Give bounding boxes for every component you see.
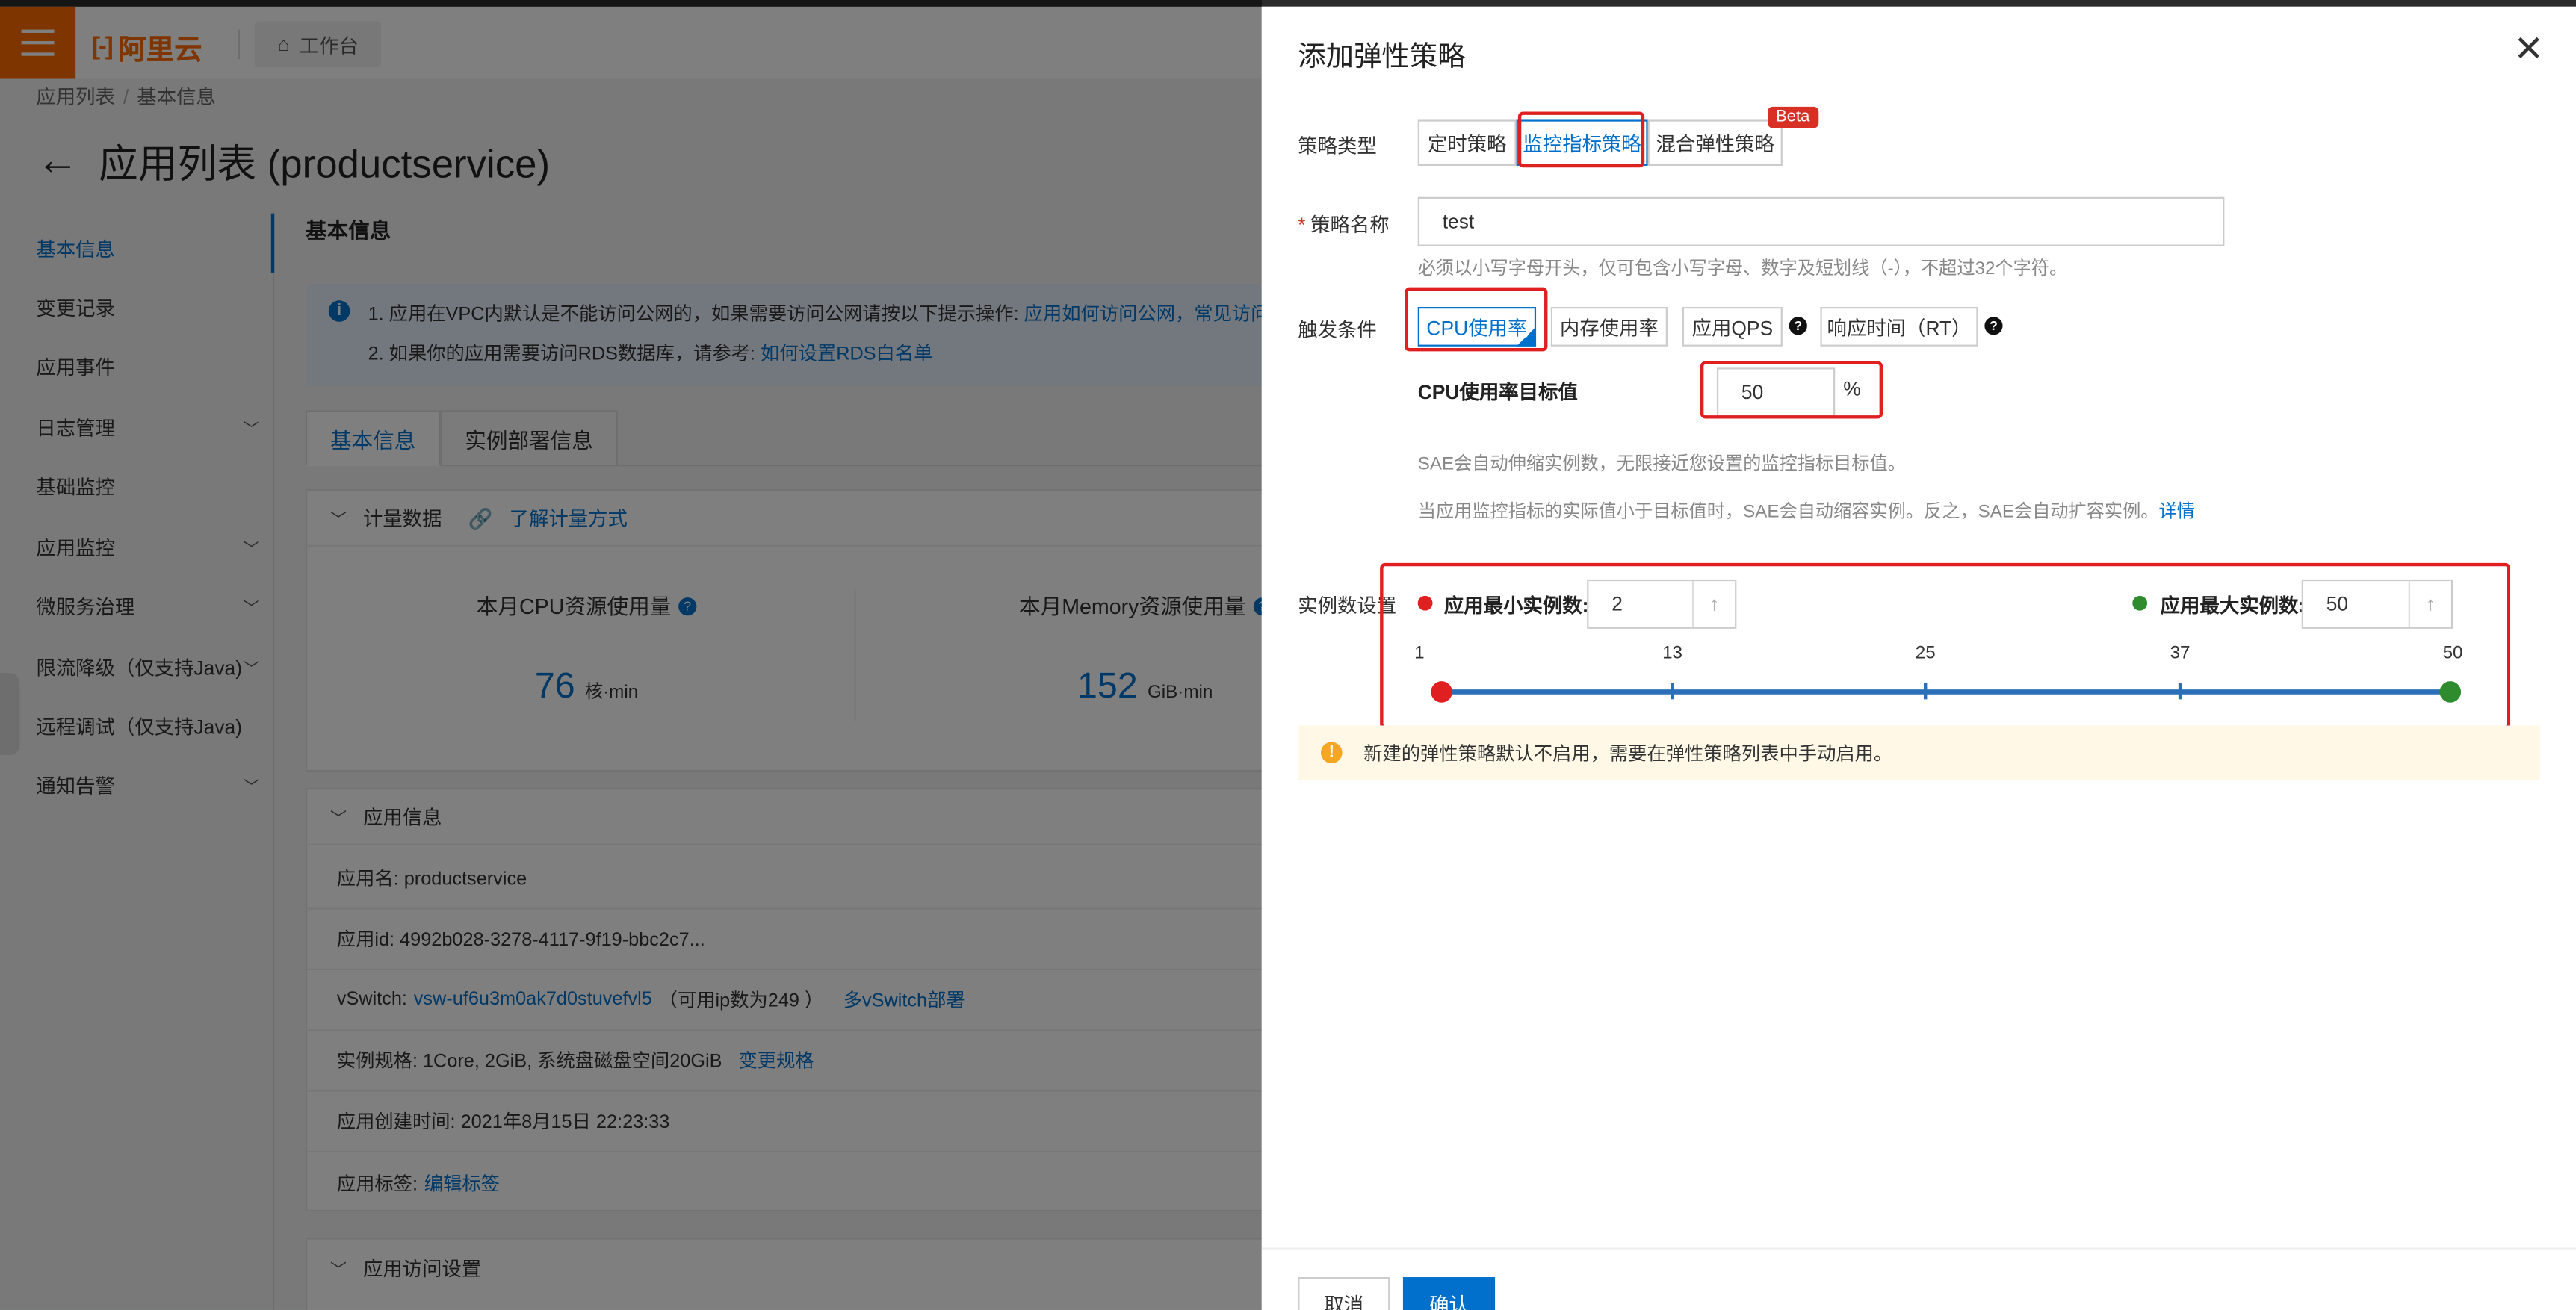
help-icon[interactable]: ? [1789, 317, 1807, 335]
policy-type-scheduled[interactable]: 定时策略 [1417, 119, 1517, 166]
policy-name-hint: 必须以小写字母开头，仅可包含小写字母、数字及短划线（-），不超过32个字符。 [1417, 259, 2068, 279]
cpu-target-label: CPU使用率目标值 [1417, 380, 1578, 404]
policy-type-label: 策略类型 [1298, 134, 1377, 158]
trigger-label: 触发条件 [1298, 318, 1377, 342]
highlight-box [1517, 111, 1645, 168]
trigger-rt[interactable]: 响应时间（RT） [1820, 307, 1978, 347]
trigger-memory[interactable]: 内存使用率 [1550, 307, 1668, 347]
warning-banner: ! 新建的弹性策略默认不启用，需要在弹性策略列表中手动启用。 [1298, 725, 2540, 780]
help-icon[interactable]: ? [1984, 317, 2003, 335]
highlight-box [1405, 287, 1548, 352]
modal-overlay[interactable] [0, 0, 1262, 1310]
highlight-box [1700, 361, 1883, 419]
warning-icon: ! [1320, 742, 1343, 764]
warning-text: 新建的弹性策略默认不启用，需要在弹性策略列表中手动启用。 [1363, 744, 1893, 765]
policy-name-label: * 策略名称 [1298, 213, 1390, 237]
close-icon[interactable]: ✕ [2513, 31, 2544, 66]
drawer-footer-divider [1261, 1247, 2576, 1250]
confirm-button[interactable]: 确认 [1402, 1277, 1496, 1310]
trigger-qps[interactable]: 应用QPS [1682, 307, 1783, 347]
policy-type-hybrid[interactable]: 混合弹性策略 [1647, 119, 1783, 166]
beta-badge: Beta [1768, 106, 1818, 128]
scaling-hint-1: SAE会自动伸缩实例数，无限接近您设置的监控指标目标值。 [1417, 454, 1906, 475]
drawer-title: 添加弹性策略 [1298, 40, 1466, 72]
policy-name-input[interactable]: test [1417, 196, 2225, 246]
cancel-button[interactable]: 取消 [1298, 1277, 1390, 1310]
details-link[interactable]: 详情 [2159, 503, 2195, 522]
scaling-hint-2: 当应用监控指标的实际值小于目标值时，SAE会自动缩容实例。反之，SAE会自动扩容… [1417, 502, 2195, 522]
highlight-box [1380, 562, 2511, 729]
